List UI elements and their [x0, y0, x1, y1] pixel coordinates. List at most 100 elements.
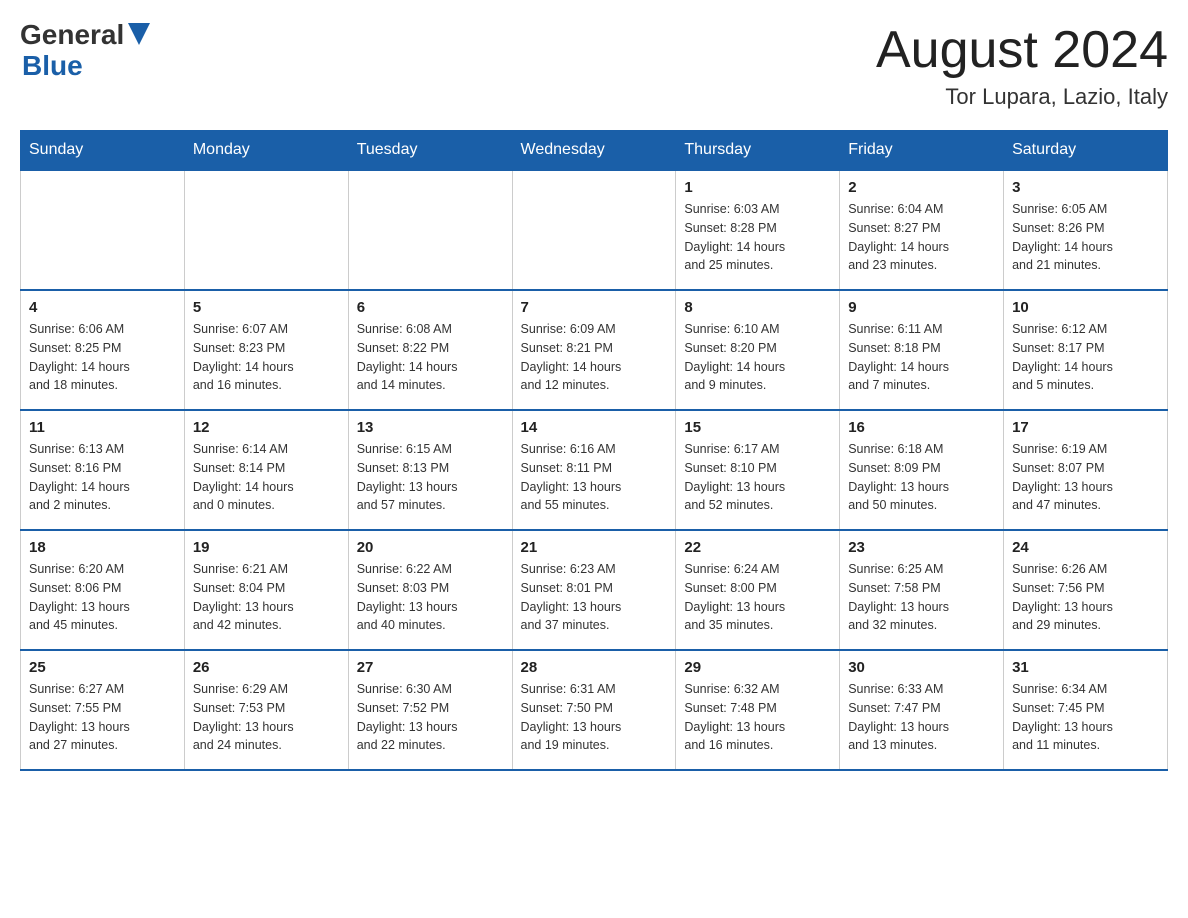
calendar-cell: 26 Sunrise: 6:29 AM Sunset: 7:53 PM Dayli…	[184, 650, 348, 770]
calendar-cell: 6 Sunrise: 6:08 AM Sunset: 8:22 PM Daylig…	[348, 290, 512, 410]
calendar-cell: 4 Sunrise: 6:06 AM Sunset: 8:25 PM Daylig…	[21, 290, 185, 410]
sun-info: Sunrise: 6:11 AM Sunset: 8:18 PM Dayligh…	[848, 320, 995, 395]
sun-info: Sunrise: 6:33 AM Sunset: 7:47 PM Dayligh…	[848, 680, 995, 755]
logo: General Blue	[20, 20, 150, 82]
day-number: 27	[357, 659, 504, 676]
calendar-cell	[512, 170, 676, 290]
calendar-cell: 24 Sunrise: 6:26 AM Sunset: 7:56 PM Dayli…	[1004, 530, 1168, 650]
sun-info: Sunrise: 6:30 AM Sunset: 7:52 PM Dayligh…	[357, 680, 504, 755]
page-header: General Blue August 2024 Tor Lupara, Laz…	[20, 20, 1168, 110]
sun-info: Sunrise: 6:26 AM Sunset: 7:56 PM Dayligh…	[1012, 560, 1159, 635]
calendar-cell: 1 Sunrise: 6:03 AM Sunset: 8:28 PM Daylig…	[676, 170, 840, 290]
sun-info: Sunrise: 6:12 AM Sunset: 8:17 PM Dayligh…	[1012, 320, 1159, 395]
sun-info: Sunrise: 6:03 AM Sunset: 8:28 PM Dayligh…	[684, 200, 831, 275]
day-number: 19	[193, 539, 340, 556]
days-of-week-row: SundayMondayTuesdayWednesdayThursdayFrid…	[21, 131, 1168, 171]
calendar-cell: 5Sunrise: 6:07 AM Sunset: 8:23 PM Daylig…	[184, 290, 348, 410]
day-number: 16	[848, 419, 995, 436]
calendar-cell: 19 Sunrise: 6:21 AM Sunset: 8:04 PM Dayli…	[184, 530, 348, 650]
month-title: August 2024	[876, 20, 1168, 80]
day-number: 6	[357, 299, 504, 316]
day-header-monday: Monday	[184, 131, 348, 171]
day-number: 28	[521, 659, 668, 676]
day-number: 7	[521, 299, 668, 316]
calendar-cell: 18 Sunrise: 6:20 AM Sunset: 8:06 PM Dayli…	[21, 530, 185, 650]
day-number: 2	[848, 179, 995, 196]
calendar-cell: 13Sunrise: 6:15 AM Sunset: 8:13 PM Dayli…	[348, 410, 512, 530]
day-number: 4	[29, 299, 176, 316]
logo-triangle-icon	[128, 23, 150, 45]
calendar-cell: 22Sunrise: 6:24 AM Sunset: 8:00 PM Dayli…	[676, 530, 840, 650]
sun-info: Sunrise: 6:29 AM Sunset: 7:53 PM Dayligh…	[193, 680, 340, 755]
title-block: August 2024 Tor Lupara, Lazio, Italy	[876, 20, 1168, 110]
week-row-4: 18 Sunrise: 6:20 AM Sunset: 8:06 PM Dayli…	[21, 530, 1168, 650]
calendar-cell: 28Sunrise: 6:31 AM Sunset: 7:50 PM Dayli…	[512, 650, 676, 770]
sun-info: Sunrise: 6:14 AM Sunset: 8:14 PM Dayligh…	[193, 440, 340, 515]
calendar-cell: 11 Sunrise: 6:13 AM Sunset: 8:16 PM Dayli…	[21, 410, 185, 530]
calendar-cell: 15 Sunrise: 6:17 AM Sunset: 8:10 PM Dayli…	[676, 410, 840, 530]
calendar-cell: 14Sunrise: 6:16 AM Sunset: 8:11 PM Dayli…	[512, 410, 676, 530]
day-number: 1	[684, 179, 831, 196]
week-row-1: 1 Sunrise: 6:03 AM Sunset: 8:28 PM Daylig…	[21, 170, 1168, 290]
calendar-body: 1 Sunrise: 6:03 AM Sunset: 8:28 PM Daylig…	[21, 170, 1168, 770]
week-row-5: 25 Sunrise: 6:27 AM Sunset: 7:55 PM Dayli…	[21, 650, 1168, 770]
day-number: 11	[29, 419, 176, 436]
logo-blue-text: Blue	[22, 51, 150, 82]
week-row-3: 11 Sunrise: 6:13 AM Sunset: 8:16 PM Dayli…	[21, 410, 1168, 530]
sun-info: Sunrise: 6:27 AM Sunset: 7:55 PM Dayligh…	[29, 680, 176, 755]
day-header-thursday: Thursday	[676, 131, 840, 171]
day-number: 12	[193, 419, 340, 436]
calendar-cell	[184, 170, 348, 290]
calendar-cell: 20Sunrise: 6:22 AM Sunset: 8:03 PM Dayli…	[348, 530, 512, 650]
day-number: 17	[1012, 419, 1159, 436]
calendar-cell: 25 Sunrise: 6:27 AM Sunset: 7:55 PM Dayli…	[21, 650, 185, 770]
calendar-cell	[21, 170, 185, 290]
day-number: 24	[1012, 539, 1159, 556]
calendar-cell: 3Sunrise: 6:05 AM Sunset: 8:26 PM Daylig…	[1004, 170, 1168, 290]
sun-info: Sunrise: 6:34 AM Sunset: 7:45 PM Dayligh…	[1012, 680, 1159, 755]
calendar-cell: 9Sunrise: 6:11 AM Sunset: 8:18 PM Daylig…	[840, 290, 1004, 410]
calendar-cell: 10 Sunrise: 6:12 AM Sunset: 8:17 PM Dayli…	[1004, 290, 1168, 410]
sun-info: Sunrise: 6:09 AM Sunset: 8:21 PM Dayligh…	[521, 320, 668, 395]
week-row-2: 4 Sunrise: 6:06 AM Sunset: 8:25 PM Daylig…	[21, 290, 1168, 410]
calendar-cell: 31 Sunrise: 6:34 AM Sunset: 7:45 PM Dayli…	[1004, 650, 1168, 770]
sun-info: Sunrise: 6:15 AM Sunset: 8:13 PM Dayligh…	[357, 440, 504, 515]
day-number: 29	[684, 659, 831, 676]
calendar-cell: 21 Sunrise: 6:23 AM Sunset: 8:01 PM Dayli…	[512, 530, 676, 650]
sun-info: Sunrise: 6:04 AM Sunset: 8:27 PM Dayligh…	[848, 200, 995, 275]
calendar-cell	[348, 170, 512, 290]
day-header-sunday: Sunday	[21, 131, 185, 171]
sun-info: Sunrise: 6:13 AM Sunset: 8:16 PM Dayligh…	[29, 440, 176, 515]
calendar-cell: 23Sunrise: 6:25 AM Sunset: 7:58 PM Dayli…	[840, 530, 1004, 650]
day-number: 25	[29, 659, 176, 676]
sun-info: Sunrise: 6:24 AM Sunset: 8:00 PM Dayligh…	[684, 560, 831, 635]
sun-info: Sunrise: 6:17 AM Sunset: 8:10 PM Dayligh…	[684, 440, 831, 515]
sun-info: Sunrise: 6:08 AM Sunset: 8:22 PM Dayligh…	[357, 320, 504, 395]
day-number: 18	[29, 539, 176, 556]
calendar-cell: 7 Sunrise: 6:09 AM Sunset: 8:21 PM Daylig…	[512, 290, 676, 410]
sun-info: Sunrise: 6:20 AM Sunset: 8:06 PM Dayligh…	[29, 560, 176, 635]
sun-info: Sunrise: 6:19 AM Sunset: 8:07 PM Dayligh…	[1012, 440, 1159, 515]
day-number: 30	[848, 659, 995, 676]
calendar-cell: 30 Sunrise: 6:33 AM Sunset: 7:47 PM Dayli…	[840, 650, 1004, 770]
calendar-cell: 17 Sunrise: 6:19 AM Sunset: 8:07 PM Dayli…	[1004, 410, 1168, 530]
calendar-cell: 16 Sunrise: 6:18 AM Sunset: 8:09 PM Dayli…	[840, 410, 1004, 530]
day-number: 15	[684, 419, 831, 436]
sun-info: Sunrise: 6:21 AM Sunset: 8:04 PM Dayligh…	[193, 560, 340, 635]
sun-info: Sunrise: 6:22 AM Sunset: 8:03 PM Dayligh…	[357, 560, 504, 635]
day-number: 3	[1012, 179, 1159, 196]
day-number: 10	[1012, 299, 1159, 316]
sun-info: Sunrise: 6:18 AM Sunset: 8:09 PM Dayligh…	[848, 440, 995, 515]
day-number: 31	[1012, 659, 1159, 676]
day-header-friday: Friday	[840, 131, 1004, 171]
day-number: 21	[521, 539, 668, 556]
sun-info: Sunrise: 6:06 AM Sunset: 8:25 PM Dayligh…	[29, 320, 176, 395]
calendar-cell: 27 Sunrise: 6:30 AM Sunset: 7:52 PM Dayli…	[348, 650, 512, 770]
sun-info: Sunrise: 6:23 AM Sunset: 8:01 PM Dayligh…	[521, 560, 668, 635]
calendar-cell: 29 Sunrise: 6:32 AM Sunset: 7:48 PM Dayli…	[676, 650, 840, 770]
sun-info: Sunrise: 6:32 AM Sunset: 7:48 PM Dayligh…	[684, 680, 831, 755]
calendar-cell: 8Sunrise: 6:10 AM Sunset: 8:20 PM Daylig…	[676, 290, 840, 410]
day-number: 26	[193, 659, 340, 676]
sun-info: Sunrise: 6:25 AM Sunset: 7:58 PM Dayligh…	[848, 560, 995, 635]
calendar-header: SundayMondayTuesdayWednesdayThursdayFrid…	[21, 131, 1168, 171]
